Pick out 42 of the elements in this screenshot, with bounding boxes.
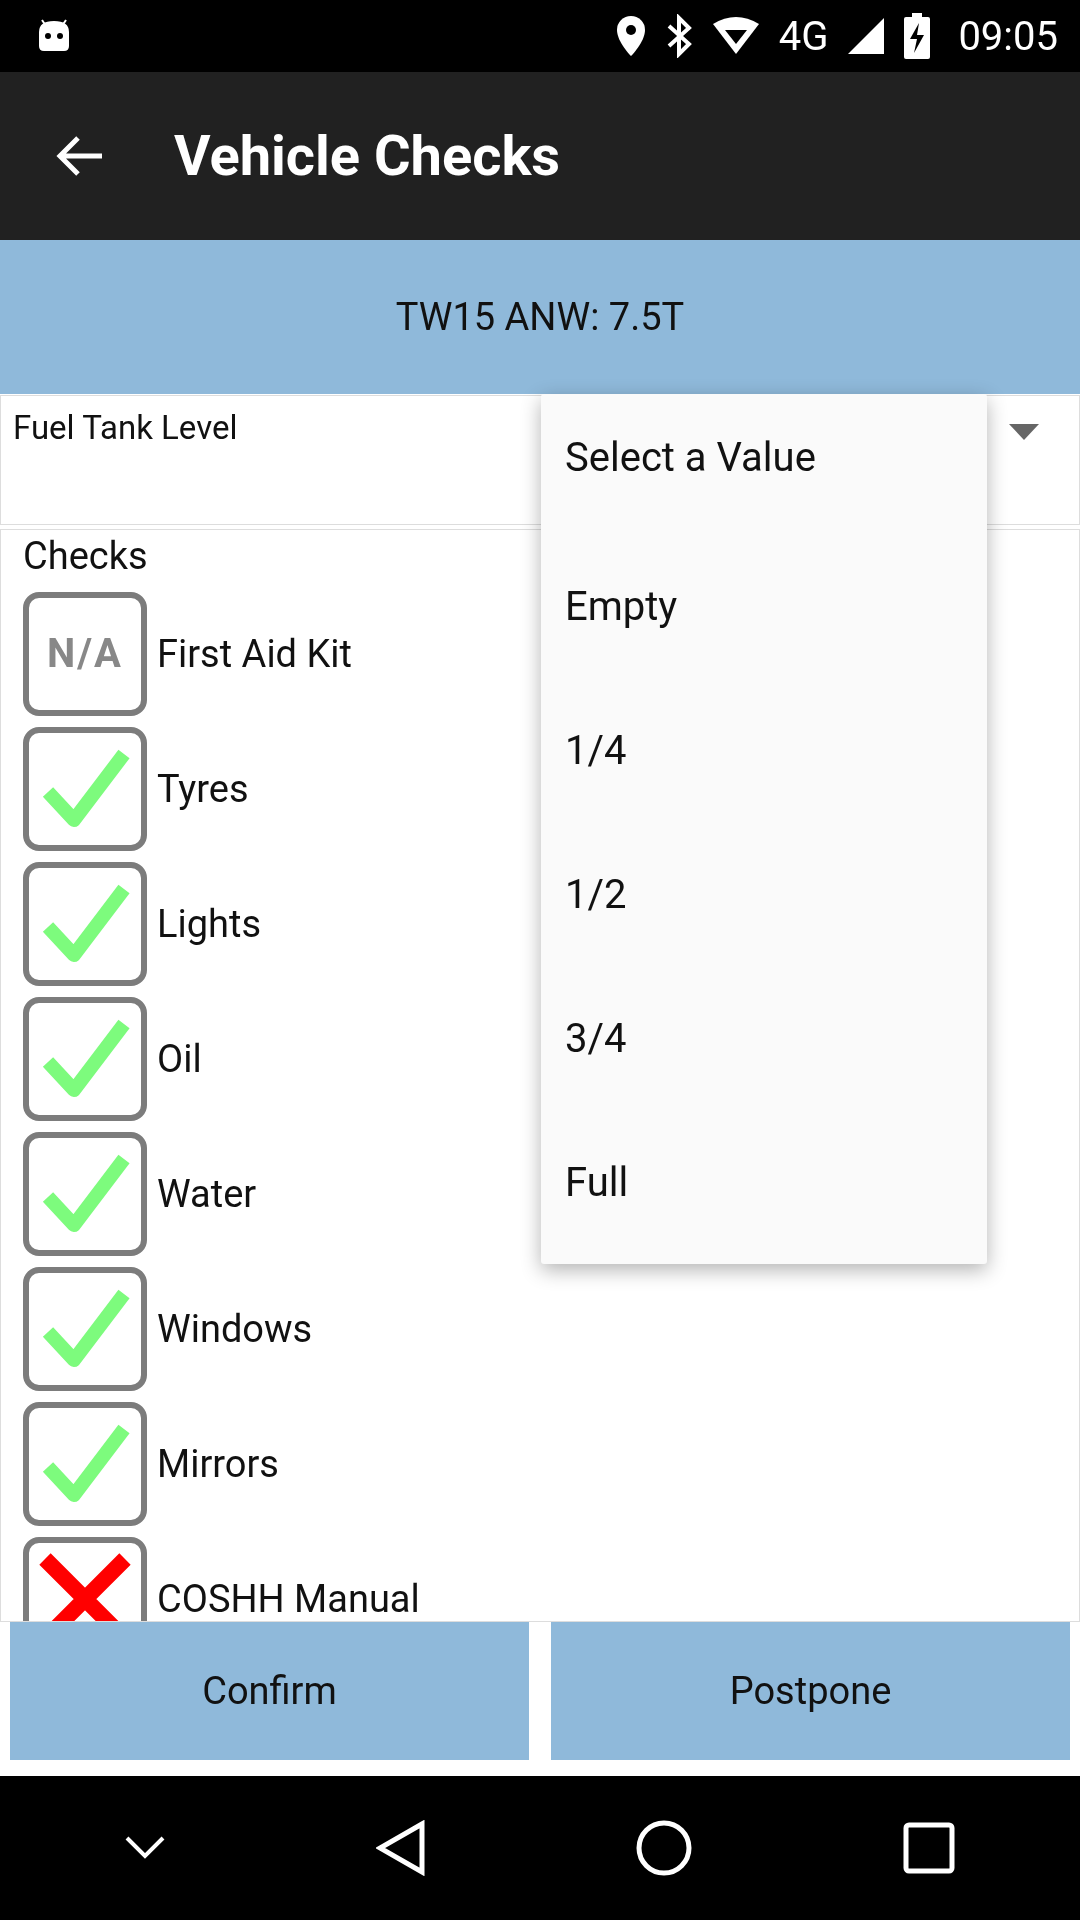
clock: 09:05 — [958, 12, 1058, 60]
check-label: Oil — [157, 1036, 202, 1081]
cross-icon — [37, 1550, 133, 1621]
chevron-down-icon[interactable] — [125, 1836, 166, 1860]
menu-option[interactable]: 3/4 — [541, 966, 987, 1110]
wifi-icon — [710, 16, 761, 56]
signal-icon — [846, 16, 887, 56]
caret-icon[interactable] — [1009, 424, 1039, 440]
check-label: Windows — [157, 1306, 313, 1351]
check-label: Lights — [157, 901, 262, 946]
menu-option[interactable]: Full — [541, 1110, 987, 1254]
action-button[interactable]: Confirm — [10, 1622, 529, 1760]
check-box[interactable] — [23, 861, 147, 986]
menu-option[interactable]: Empty — [541, 534, 987, 678]
check-label: Water — [157, 1171, 257, 1216]
menu-option[interactable]: 1/2 — [541, 822, 987, 966]
recents-icon[interactable] — [902, 1822, 955, 1874]
android-icon — [36, 18, 72, 54]
check-box[interactable] — [23, 1401, 147, 1526]
battery-charging-icon — [904, 13, 931, 59]
check-box[interactable] — [23, 726, 147, 851]
check-label: COSHH Manual — [157, 1576, 420, 1621]
screen-title: Vehicle Checks — [174, 123, 561, 189]
check-box[interactable] — [23, 1266, 147, 1391]
check-label: Tyres — [157, 766, 249, 811]
na-label: N/A — [47, 630, 123, 677]
menu-option[interactable]: 1/4 — [541, 678, 987, 822]
check-box[interactable]: N/A — [23, 591, 147, 716]
vehicle-banner: TW15 ANW: 7.5T — [0, 240, 1080, 394]
check-box[interactable] — [23, 996, 147, 1121]
back-arrow-icon[interactable] — [56, 135, 104, 177]
check-label: Mirrors — [157, 1441, 279, 1486]
section-heading: Checks — [23, 534, 148, 578]
check-label: First Aid Kit — [157, 631, 352, 676]
menu-option[interactable]: Select a Value — [541, 404, 987, 534]
action-button[interactable]: Postpone — [551, 1622, 1070, 1760]
network-type: 4G — [778, 12, 829, 60]
location-icon — [614, 14, 647, 58]
field-label: Fuel Tank Level — [13, 408, 238, 447]
home-icon[interactable] — [636, 1820, 693, 1876]
back-icon[interactable] — [375, 1820, 426, 1876]
check-box[interactable] — [23, 1131, 147, 1256]
